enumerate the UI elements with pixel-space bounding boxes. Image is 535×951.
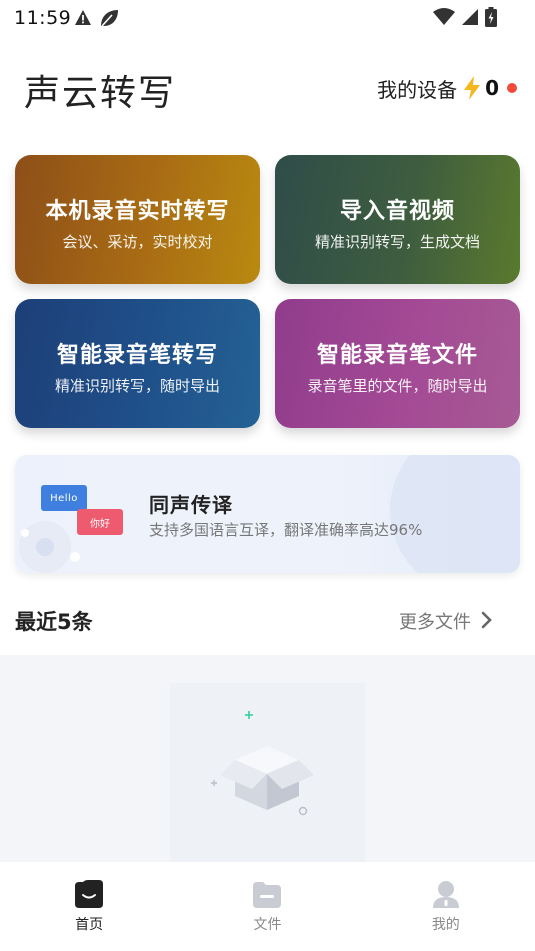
recent-section-title: 最近5条 (15, 610, 93, 634)
status-dot (507, 83, 517, 93)
status-bar: 11:59 (0, 0, 535, 36)
nav-home[interactable]: 首页 (0, 862, 178, 951)
nav-profile[interactable]: 我的 (357, 862, 535, 951)
card-subtitle: 精准识别转写，随时导出 (54, 377, 220, 395)
wifi-icon (433, 8, 455, 25)
status-time: 11:59 (14, 7, 72, 29)
nav-home-label: 首页 (75, 917, 104, 933)
card-title: 本机录音实时转写 (45, 199, 230, 224)
profile-icon (432, 881, 459, 908)
nihao-bubble: 你好 (77, 509, 123, 535)
banner-decoration (390, 455, 520, 573)
signal-icon (462, 9, 478, 25)
card-subtitle: 录音笔里的文件，随时导出 (307, 377, 488, 395)
app-title: 声云转写 (24, 73, 177, 114)
card-title: 智能录音笔转写 (56, 343, 218, 368)
my-device-button[interactable]: 我的设备 0 (377, 74, 517, 102)
empty-box-illustration (170, 683, 365, 862)
leaf-icon (101, 10, 118, 27)
chevron-right-icon[interactable] (481, 611, 493, 629)
more-files-link[interactable]: 更多文件 (399, 608, 493, 634)
card-title: 智能录音笔文件 (316, 343, 478, 368)
recorder-files-card[interactable]: 智能录音笔文件 录音笔里的文件，随时导出 (275, 299, 520, 428)
device-count: 0 (485, 76, 499, 100)
simultaneous-interpretation-banner[interactable]: Hello 你好 同声传译 支持多国语言互译，翻译准确率高达96% (15, 455, 520, 573)
nav-files-label: 文件 (253, 917, 282, 933)
banner-title: 同声传译 (149, 493, 233, 517)
home-icon (75, 880, 104, 908)
nav-files[interactable]: 文件 (178, 862, 356, 951)
recorder-transcribe-card[interactable]: 智能录音笔转写 精准识别转写，随时导出 (15, 299, 260, 428)
hello-bubble: Hello (41, 485, 87, 511)
card-subtitle: 精准识别转写，生成文档 (314, 233, 480, 251)
nav-profile-label: 我的 (431, 917, 460, 933)
lightning-icon (464, 76, 481, 100)
banner-subtitle: 支持多国语言互译，翻译准确率高达96% (149, 521, 423, 539)
more-files-label: 更多文件 (399, 612, 471, 633)
realtime-transcribe-card[interactable]: 本机录音实时转写 会议、采访，实时校对 (15, 155, 260, 284)
bottom-nav: 首页 文件 我的 (0, 862, 535, 951)
alert-icon (75, 10, 91, 25)
folder-icon (253, 882, 282, 908)
battery-icon (485, 7, 497, 27)
import-media-card[interactable]: 导入音视频 精准识别转写，生成文档 (275, 155, 520, 284)
card-title: 导入音视频 (339, 199, 455, 224)
device-label: 我的设备 (377, 77, 458, 102)
card-subtitle: 会议、采访，实时校对 (62, 233, 213, 251)
